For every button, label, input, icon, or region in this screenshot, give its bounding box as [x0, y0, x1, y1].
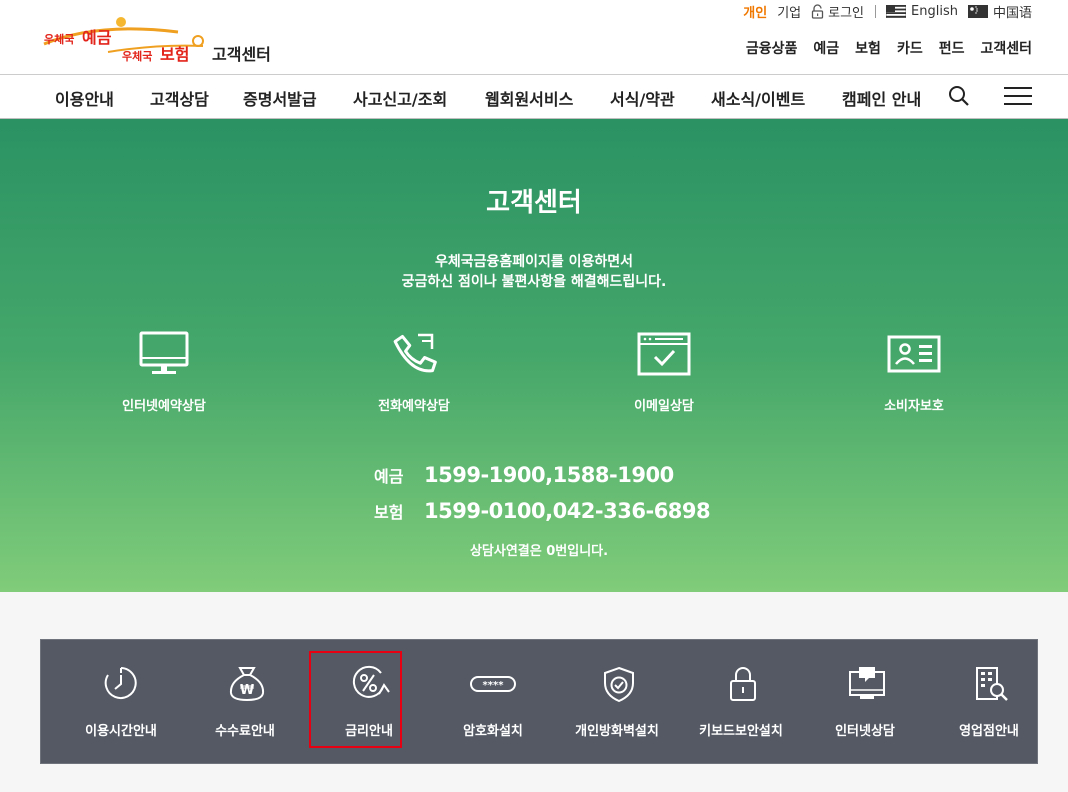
english-label: English [911, 3, 958, 19]
nav-consultation[interactable]: 고객상담 [150, 86, 209, 110]
sitelink-card[interactable]: 카드 [897, 38, 923, 58]
china-flag-icon [967, 4, 988, 18]
hamburger-menu-icon [1004, 87, 1032, 105]
logo-deposit-small: 우체국 [44, 32, 74, 46]
password-icon: **** [470, 676, 516, 692]
nav-forms-terms[interactable]: 서식/약관 [610, 86, 675, 110]
channel-internet-reservation[interactable]: 인터넷예약상담 [64, 331, 264, 414]
channel-label: 전화예약상담 [378, 399, 450, 414]
clock-icon [104, 667, 137, 699]
quick-internet-consultation[interactable]: 인터넷상담 [803, 640, 927, 765]
sitelink-financial-products[interactable]: 금융상품 [746, 38, 798, 58]
logo-insurance-small: 우체국 [122, 49, 152, 63]
phone-number[interactable]: 1599-0100,042-336-6898 [424, 499, 711, 523]
channel-email[interactable]: 이메일상담 [564, 331, 764, 414]
quick-keyboard-security[interactable]: 키보드보안설치 [679, 640, 803, 765]
quick-label: 개인방화벽설치 [575, 724, 659, 739]
search-icon [949, 86, 969, 106]
phone-insurance: 보험 1599-0100,042-336-6898 [374, 496, 711, 526]
hero-desc-line2: 궁금하신 점이나 불편사항을 해결해드립니다. [401, 274, 667, 290]
quick-menu: 이용시간안내 ₩ 수수료안내 금리안내 **** 암호화설치 개인방화벽설치 키… [40, 639, 1038, 764]
hero-description: 우체국금융홈페이지를 이용하면서 궁금하신 점이나 불편사항을 해결해드립니다. [0, 252, 1068, 292]
phone-label: 예금 [374, 467, 404, 486]
search-button[interactable] [948, 85, 970, 111]
logo-deposit-big: 예금 [82, 28, 112, 47]
quick-fees[interactable]: ₩ 수수료안내 [183, 640, 307, 765]
svg-text:****: **** [483, 680, 505, 691]
svg-text:₩: ₩ [240, 683, 255, 698]
selected-highlight-box [309, 651, 402, 748]
email-icon [637, 332, 691, 376]
corporate-link[interactable]: 기업 [777, 2, 801, 21]
logo-insurance-big: 보험 [160, 45, 189, 64]
nav-web-member[interactable]: 웹회원서비스 [485, 86, 573, 110]
quick-label: 키보드보안설치 [699, 724, 783, 739]
building-search-icon [976, 667, 1008, 701]
quick-label: 이용시간안내 [85, 724, 157, 739]
quick-encryption-install[interactable]: **** 암호화설치 [431, 640, 555, 765]
quick-firewall-install[interactable]: 개인방화벽설치 [555, 640, 679, 765]
chat-monitor-icon [849, 667, 885, 699]
sitelink-fund[interactable]: 펀드 [939, 38, 965, 58]
post-bank-logo-icon: 우체국 예금 우체국 보험 [43, 17, 204, 64]
main-nav: 이용안내 고객상담 증명서발급 사고신고/조회 웹회원서비스 서식/약관 새소식… [0, 74, 1068, 119]
phone-label: 보험 [374, 503, 404, 522]
money-bag-icon: ₩ [229, 667, 265, 702]
channel-label: 인터넷예약상담 [122, 399, 206, 414]
personal-link[interactable]: 개인 [743, 2, 767, 21]
utility-nav: 개인 기업 로그인 English 中国语 [733, 1, 1032, 21]
channel-consumer-protection[interactable]: 소비자보호 [814, 331, 1014, 414]
channel-label: 소비자보호 [884, 399, 944, 414]
english-link[interactable]: English [886, 4, 958, 19]
page-title: 고객센터 [486, 188, 582, 218]
logo-title: 고객센터 [212, 45, 271, 64]
channel-label: 이메일상담 [634, 399, 694, 414]
hero-desc-line1: 우체국금융홈페이지를 이용하면서 [434, 254, 634, 270]
chinese-label: 中国语 [992, 5, 1032, 21]
divider [875, 4, 877, 18]
nav-usage-guide[interactable]: 이용안내 [55, 86, 114, 110]
nav-news-events[interactable]: 새소식/이벤트 [711, 86, 805, 110]
id-card-icon [887, 335, 941, 373]
sitelink-customer-center[interactable]: 고객센터 [980, 38, 1032, 58]
channel-phone-reservation[interactable]: 전화예약상담 [314, 331, 514, 414]
site-logo[interactable]: 우체국 예금 우체국 보험 고객센터 [38, 14, 288, 66]
login-link[interactable]: 로그인 [811, 2, 864, 21]
sitelink-deposit[interactable]: 예금 [813, 38, 839, 58]
quick-label: 인터넷상담 [835, 724, 895, 739]
site-links: 금융상품 예금 보험 카드 펀드 고객센터 [730, 38, 1032, 58]
lock-icon [730, 667, 756, 701]
login-label: 로그인 [828, 5, 865, 21]
chinese-link[interactable]: 中国语 [967, 2, 1032, 21]
phone-icon [393, 333, 437, 373]
all-menu-button[interactable] [1004, 85, 1032, 111]
phone-number[interactable]: 1599-1900,1588-1900 [424, 463, 674, 487]
phone-note: 상담사연결은 0번입니다. [469, 544, 609, 559]
monitor-icon [139, 331, 189, 374]
shield-icon [604, 666, 634, 703]
nav-campaign[interactable]: 캠페인 안내 [842, 86, 921, 110]
sitelink-insurance[interactable]: 보험 [855, 38, 881, 58]
quick-label: 영업점안내 [959, 724, 1019, 739]
quick-branch-guide[interactable]: 영업점안내 [927, 640, 1051, 765]
customer-center-hero: 고객센터 우체국금융홈페이지를 이용하면서 궁금하신 점이나 불편사항을 해결해… [0, 119, 1068, 592]
quick-business-hours[interactable]: 이용시간안내 [59, 640, 183, 765]
phone-deposit: 예금 1599-1900,1588-1900 [374, 460, 674, 490]
lock-icon [811, 3, 824, 19]
quick-label: 수수료안내 [215, 724, 275, 739]
nav-certificate[interactable]: 증명서발급 [243, 86, 317, 110]
us-flag-icon [886, 4, 907, 18]
nav-accident-report[interactable]: 사고신고/조회 [353, 86, 447, 110]
top-header: 우체국 예금 우체국 보험 고객센터 개인 기업 로그인 English 中国语… [0, 0, 1068, 74]
quick-label: 암호화설치 [463, 724, 523, 739]
